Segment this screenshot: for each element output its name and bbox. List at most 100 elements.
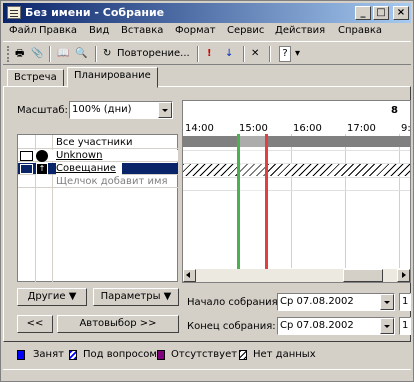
toolbar-separator [197, 46, 199, 62]
row-divider [183, 150, 410, 151]
toolbar-separator [95, 46, 97, 62]
start-label: Начало собрания: [187, 297, 282, 308]
recurrence-icon[interactable]: ↻ [103, 46, 111, 62]
zoom-select[interactable]: 100% (дни) [69, 101, 173, 119]
low-importance-icon[interactable]: ↓ [225, 46, 233, 62]
toolbar: 🖶 📎 📖 🔍 ↻ Повторение... ! ↓ ✕ ? ▾ [3, 41, 411, 65]
all-attendees-busy-row [183, 136, 410, 147]
no-data-label: Нет данных [253, 349, 316, 360]
time-tick: 14:00 [185, 123, 214, 134]
row-divider [183, 177, 410, 178]
envelope-icon[interactable] [20, 151, 33, 161]
recurrence-button[interactable]: Повторение... [117, 46, 190, 62]
tentative-swatch [69, 350, 77, 360]
end-date-select[interactable]: Ср 07.08.2002 [277, 317, 395, 335]
attach-icon[interactable]: 📎 [31, 46, 43, 62]
zoom-label: Масштаб: [17, 105, 68, 116]
address-book-icon[interactable]: 📖 [57, 46, 69, 62]
toolbar-separator [49, 46, 51, 62]
menu-format[interactable]: Формат [175, 25, 216, 36]
menu-file[interactable]: Файл [9, 25, 37, 36]
attendee-list: Все участники Unknown ↑ Совещание Щелчок… [17, 134, 178, 282]
tab-scheduling[interactable]: Планирование [67, 67, 158, 88]
attendee-row[interactable]: Unknown [18, 150, 178, 162]
no-data-swatch [239, 350, 247, 360]
attendee-name[interactable]: Совещание [56, 163, 122, 175]
menu-help[interactable]: Справка [338, 25, 382, 36]
meeting-end-marker[interactable] [265, 134, 268, 269]
tentative-label: Под вопросом [83, 349, 157, 360]
arrow-right-icon [402, 272, 406, 278]
required-attendee-icon[interactable]: ↑ [36, 163, 48, 175]
menu-insert[interactable]: Вставка [121, 25, 163, 36]
menu-tools[interactable]: Сервис [227, 25, 264, 36]
minimize-button[interactable]: _ [355, 6, 371, 20]
start-date-value: Ср 07.08.2002 [280, 296, 354, 307]
title-bar: Без имени - Собрание _ □ × [3, 3, 411, 23]
attendee-header-row: Все участники [18, 137, 178, 149]
free-busy-grid: 8 14:00 15:00 16:00 17:00 9: [182, 100, 411, 283]
time-tick: 9: [401, 123, 411, 134]
start-time-field[interactable]: 1 [399, 293, 411, 311]
zoom-value: 100% (дни) [72, 104, 132, 115]
others-button[interactable]: Другие ▼ [17, 288, 87, 306]
date-header: 8 [391, 105, 398, 116]
time-tick: 16:00 [293, 123, 322, 134]
attendee-row[interactable]: Щелчок добавит имя [18, 176, 178, 188]
close-button[interactable]: × [393, 6, 409, 20]
meeting-selection[interactable] [239, 134, 266, 269]
attendee-row[interactable]: ↑ Совещание [18, 163, 178, 175]
row-divider [183, 190, 410, 191]
menu-edit[interactable]: Правка [39, 25, 77, 36]
busy-swatch [17, 350, 25, 360]
options-button[interactable]: Параметры ▼ [93, 288, 179, 306]
end-time-field[interactable]: 1 [399, 317, 411, 335]
hour-line [345, 134, 346, 268]
meeting-start-marker[interactable] [237, 134, 240, 269]
tab-strip: Встреча Планирование [3, 67, 411, 88]
start-date-select[interactable]: Ср 07.08.2002 [277, 293, 395, 311]
tab-appointment[interactable]: Встреча [7, 69, 64, 87]
arrow-left-icon [186, 272, 190, 278]
start-time-value: 1 [402, 296, 409, 307]
autopick-back-button[interactable]: << [17, 315, 53, 333]
autopick-next-button[interactable]: Автовыбор >> [57, 315, 179, 333]
toolbar-grip [7, 46, 11, 62]
meeting-window: Без имени - Собрание _ □ × Файл Правка В… [0, 0, 414, 382]
chevron-down-icon[interactable] [158, 102, 172, 118]
menu-view[interactable]: Вид [89, 25, 109, 36]
maximize-button[interactable]: □ [373, 6, 389, 20]
toolbar-separator [269, 46, 271, 62]
menu-actions[interactable]: Действия [275, 25, 325, 36]
chevron-down-icon[interactable] [380, 318, 394, 334]
scroll-thumb[interactable] [343, 269, 383, 282]
hour-line [291, 134, 292, 268]
check-names-icon[interactable]: 🔍 [75, 46, 87, 62]
hour-line [399, 134, 400, 268]
attendee-header: Все участники [56, 137, 133, 148]
chevron-down-icon[interactable] [380, 294, 394, 310]
window-title: Без имени - Собрание [25, 6, 165, 19]
organizer-icon[interactable] [36, 150, 48, 162]
horizontal-scrollbar[interactable] [183, 269, 410, 282]
busy-label: Занят [33, 349, 64, 360]
options-label: Параметры [100, 291, 161, 302]
end-date-value: Ср 07.08.2002 [280, 320, 354, 331]
legend: Занят Под вопросом Отсутствует Нет данны… [3, 343, 411, 369]
print-icon[interactable]: 🖶 [15, 46, 24, 62]
help-icon[interactable]: ? [279, 46, 291, 62]
toolbar-separator [243, 46, 245, 62]
no-data-band [183, 164, 410, 176]
end-label: Конец собрания: [187, 321, 276, 332]
envelope-icon[interactable] [20, 164, 33, 174]
high-importance-icon[interactable]: ! [207, 46, 212, 62]
delete-icon[interactable]: ✕ [251, 46, 259, 62]
add-attendee-placeholder[interactable]: Щелчок добавит имя [56, 176, 168, 188]
others-label: Другие [27, 291, 66, 302]
time-tick: 15:00 [239, 123, 268, 134]
attendee-name[interactable]: Unknown [56, 150, 102, 162]
toolbar-options-chevron-icon[interactable]: ▾ [295, 46, 300, 62]
out-of-office-swatch [157, 350, 165, 360]
end-time-value: 1 [402, 320, 409, 331]
out-of-office-label: Отсутствует [171, 349, 238, 360]
